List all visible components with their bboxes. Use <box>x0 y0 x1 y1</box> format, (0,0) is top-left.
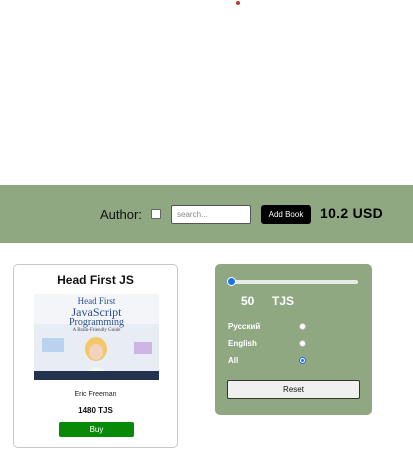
filter-panel: 50 TJS Русский English All Reset <box>215 264 372 415</box>
buy-button[interactable]: Buy <box>59 422 134 437</box>
cart-total: 10.2 USD <box>320 205 384 221</box>
price-slider-thumb[interactable] <box>227 277 236 286</box>
book-author: Eric Freeman <box>74 391 117 398</box>
cover-person-face <box>89 344 103 360</box>
cover-person-illustration <box>42 337 152 380</box>
cover-code-panel-right <box>134 342 152 354</box>
red-dot-marker <box>236 1 240 5</box>
author-checkbox[interactable] <box>151 209 161 219</box>
cover-footer <box>34 371 159 380</box>
author-filter-label: Author: <box>100 207 142 222</box>
search-input[interactable] <box>171 205 251 224</box>
language-label: English <box>228 339 257 348</box>
price-slider[interactable] <box>229 280 358 284</box>
reset-button[interactable]: Reset <box>227 380 360 399</box>
price-filter-value: 50 <box>241 294 255 308</box>
language-option-english[interactable]: English <box>228 339 358 351</box>
language-option-all[interactable]: All <box>228 356 358 368</box>
radio-all[interactable] <box>299 357 306 364</box>
book-title: Head First JS <box>57 273 134 287</box>
radio-russian[interactable] <box>299 323 306 330</box>
language-option-russian[interactable]: Русский <box>228 322 358 334</box>
radio-english[interactable] <box>299 340 306 347</box>
language-label: All <box>228 356 239 365</box>
book-card: Head First JS Head First JavaScript Prog… <box>13 264 178 448</box>
cover-code-panel-left <box>42 338 64 352</box>
book-cover-image: Head First JavaScript Programming A Brai… <box>34 294 159 380</box>
toolbar: Author: Add Book 10.2 USD <box>0 185 413 243</box>
language-label: Русский <box>228 322 261 331</box>
add-book-button[interactable]: Add Book <box>261 205 311 224</box>
book-price: 1480 TJS <box>78 406 113 415</box>
price-filter-currency: TJS <box>272 294 295 308</box>
